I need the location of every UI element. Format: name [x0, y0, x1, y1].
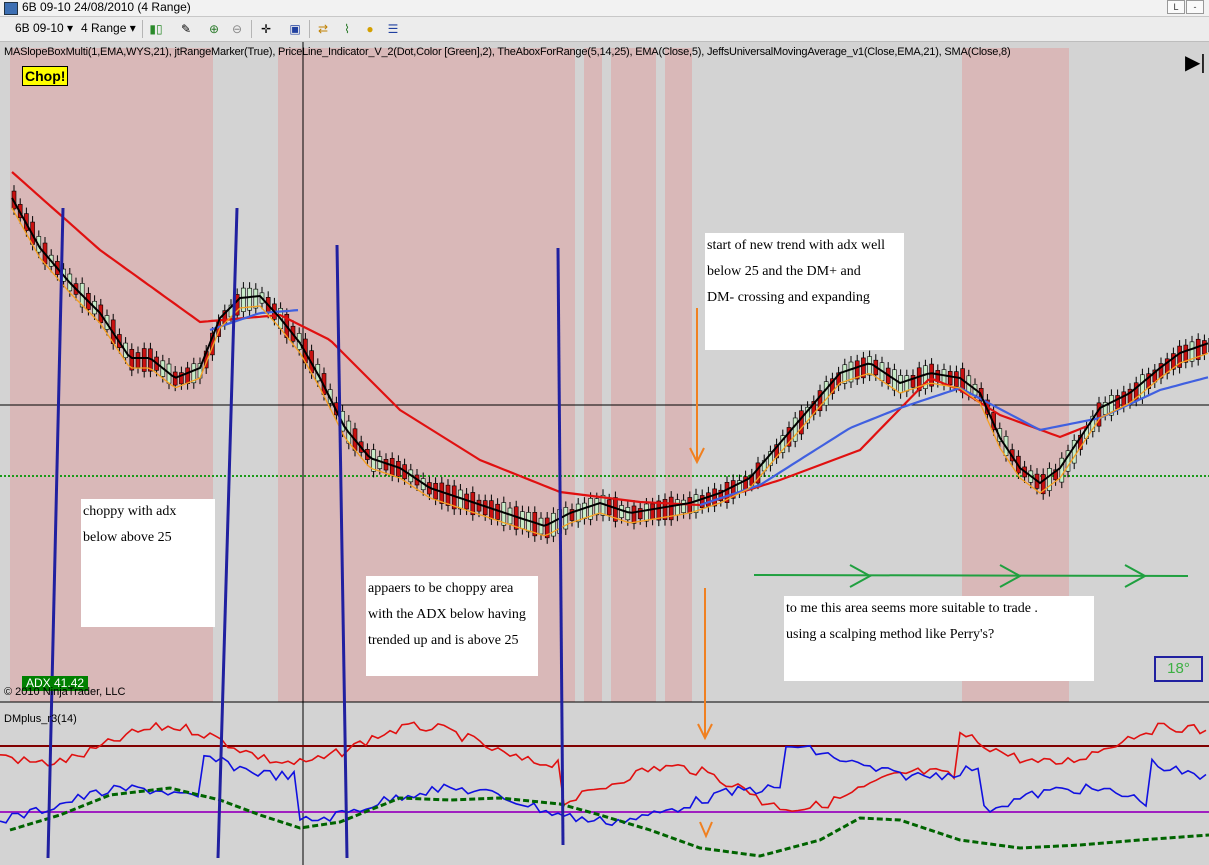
note-line: below above 25	[83, 530, 172, 545]
adx-line	[9, 786, 1209, 858]
candle-body	[706, 492, 711, 507]
candle-body	[594, 498, 600, 516]
candle-body	[1202, 340, 1207, 355]
note-line: DM- crossing and expanding	[707, 290, 870, 305]
chop-zone	[665, 48, 692, 702]
note-line: below 25 and the DM+ and	[707, 264, 861, 279]
note-line: appaers to be choppy area	[368, 581, 514, 596]
note-scalp: to me this area seems more suitable to t…	[784, 596, 1094, 681]
candle-body	[910, 375, 916, 388]
candle-body	[637, 508, 643, 520]
candle-body	[675, 499, 680, 516]
note-line: using a scalping method like Perry's?	[786, 627, 995, 642]
note-choppy: choppy with adx below above 25	[81, 499, 215, 627]
candle-body	[172, 371, 178, 386]
dm-indicator-label: DMplus_r3(14)	[4, 713, 77, 725]
candle-body	[898, 375, 903, 394]
chop-zone	[611, 48, 656, 702]
candle-body	[954, 371, 959, 387]
candle-body	[625, 507, 631, 521]
note-line: trended up and is above 25	[368, 633, 519, 648]
candle-body	[644, 503, 649, 522]
note-trend: start of new trend with adx well below 2…	[705, 233, 904, 350]
note-line: start of new trend with adx well	[707, 238, 886, 253]
dm-minus-line	[0, 744, 1207, 827]
candle-body	[712, 488, 717, 507]
green-arrow	[753, 574, 1189, 577]
orange-arrow-head	[699, 821, 713, 839]
candle-body	[582, 502, 587, 519]
temp-badge: 18°	[1154, 656, 1203, 682]
chop-badge: Chop!	[22, 66, 69, 86]
candle-body	[1183, 344, 1189, 363]
candle-body	[947, 371, 953, 386]
dm-plus-line	[0, 721, 1207, 813]
candle-body	[867, 356, 872, 376]
note-appears: appaers to be choppy area with the ADX b…	[366, 576, 538, 676]
note-line: choppy with adx	[83, 504, 177, 519]
copyright: © 2010 NinjaTrader, LLC	[4, 686, 126, 698]
note-line: with the ADX below having	[368, 607, 526, 622]
candle-body	[631, 505, 637, 524]
dm-indicator-lines	[0, 721, 1209, 858]
chop-zone	[584, 48, 602, 702]
candle-body	[904, 375, 910, 392]
candle-body	[681, 499, 686, 513]
scroll-to-end-icon[interactable]: ▶|	[1185, 50, 1206, 75]
candle-body	[253, 288, 259, 309]
candle-body	[185, 367, 190, 384]
chart-drawing	[0, 42, 1209, 865]
candle-body	[650, 503, 655, 520]
candle-body	[135, 352, 141, 368]
note-line: to me this area seems more suitable to t…	[786, 601, 1038, 616]
indicator-list: MASlopeBoxMulti(1,EMA,WYS,21), jtRangeMa…	[4, 46, 1011, 58]
candle-body	[1121, 391, 1127, 407]
